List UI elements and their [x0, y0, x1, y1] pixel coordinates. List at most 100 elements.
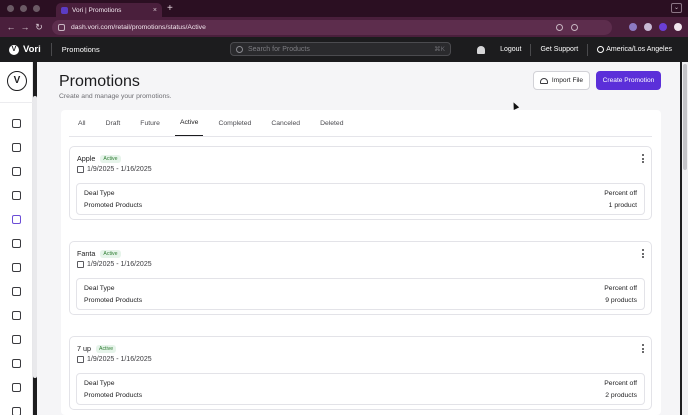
create-promotion-button[interactable]: Create Promotion	[596, 71, 661, 90]
percent-icon	[12, 310, 21, 320]
upload-cloud-icon	[539, 77, 548, 84]
more-options-icon[interactable]	[641, 249, 645, 258]
promotion-dates: 1/9/2025 - 1/16/2025	[77, 166, 152, 173]
page-subtitle: Create and manage your promotions.	[59, 93, 172, 100]
page-scrollbar[interactable]	[682, 62, 688, 415]
deal-type-value: Percent off	[604, 190, 637, 197]
import-file-button[interactable]: Import File	[533, 71, 590, 90]
grid-icon	[12, 334, 21, 344]
notifications-bell-icon[interactable]	[477, 45, 486, 54]
password-key-icon[interactable]	[556, 23, 563, 31]
forward-button[interactable]: →	[18, 22, 32, 32]
extension-icon[interactable]	[644, 23, 652, 31]
browser-tab[interactable]: Vori | Promotions ×	[56, 3, 162, 17]
back-button[interactable]: ←	[4, 22, 18, 32]
search-icon	[236, 45, 243, 53]
site-info-icon[interactable]	[58, 23, 65, 31]
promotion-card[interactable]: Apple Active 1/9/2025 - 1/16/2025 Deal Type…	[69, 146, 652, 220]
sidebar-item[interactable]	[0, 231, 33, 255]
more-options-icon[interactable]	[641, 344, 645, 353]
reload-button[interactable]: ↻	[32, 22, 46, 33]
deal-type-row: Deal Type Percent off	[84, 285, 637, 292]
get-support-button[interactable]: Get Support	[540, 46, 578, 53]
users-icon	[12, 382, 21, 392]
sidebar-item[interactable]	[0, 375, 33, 399]
scan-icon	[12, 358, 21, 368]
minimize-window-icon[interactable]	[20, 5, 27, 12]
promotion-card[interactable]: Fanta Active 1/9/2025 - 1/16/2025 Deal Type…	[69, 241, 652, 315]
sidebar-item[interactable]	[0, 303, 33, 327]
promoted-products-value: 2 products	[605, 392, 637, 399]
extension-icon[interactable]	[659, 23, 667, 31]
tab-draft[interactable]: Draft	[101, 110, 126, 136]
sidebar-item[interactable]	[0, 159, 33, 183]
brand-logo[interactable]: V Vori	[9, 44, 41, 55]
tab-deleted[interactable]: Deleted	[315, 110, 348, 136]
sidebar-item[interactable]	[0, 399, 33, 415]
sidebar: V	[0, 62, 33, 415]
tab-all[interactable]: All	[73, 110, 91, 136]
profile-avatar-icon[interactable]	[674, 23, 682, 31]
sidebar-item[interactable]	[0, 183, 33, 207]
deal-type-row: Deal Type Percent off	[84, 380, 637, 387]
sidebar-item[interactable]	[0, 135, 33, 159]
promoted-products-row: Promoted Products 9 products	[84, 297, 637, 304]
header-divider	[587, 43, 589, 56]
cube-icon	[12, 190, 21, 200]
app-header: V Vori Promotions Search for Products ⌘K…	[0, 37, 688, 62]
promoted-products-label: Promoted Products	[84, 297, 143, 304]
promoted-products-label: Promoted Products	[84, 202, 143, 209]
home-icon	[12, 118, 21, 128]
window-controls[interactable]	[7, 5, 40, 12]
status-tabs: All Draft Future Active Completed Canceled Del…	[73, 110, 359, 136]
promotion-name: 7 up	[77, 344, 91, 353]
promotion-dates: 1/9/2025 - 1/16/2025	[77, 356, 152, 363]
tag-icon	[12, 214, 21, 224]
timezone-selector[interactable]: America/Los Angeles	[606, 46, 672, 53]
sidebar-item[interactable]	[0, 255, 33, 279]
status-badge: Active	[100, 154, 121, 163]
sidebar-logo[interactable]: V	[7, 71, 27, 91]
header-actions: Logout Get Support America/Los Angeles	[477, 37, 672, 62]
chart-bars-icon	[12, 142, 21, 152]
sidebar-item[interactable]	[0, 351, 33, 375]
tab-future[interactable]: Future	[135, 110, 165, 136]
address-bar-actions	[556, 23, 578, 31]
header-section-title: Promotions	[61, 45, 100, 54]
calendar-icon	[77, 166, 84, 173]
extension-icon[interactable]	[629, 23, 637, 31]
promotion-card[interactable]: 7 up Active 1/9/2025 - 1/16/2025 Deal Type P…	[69, 336, 652, 410]
date-range: 1/9/2025 - 1/16/2025	[87, 356, 152, 363]
timezone-clock-icon	[597, 46, 605, 53]
date-range: 1/9/2025 - 1/16/2025	[87, 261, 152, 268]
more-options-icon[interactable]	[641, 154, 645, 163]
vori-logo-icon: V	[9, 44, 19, 55]
tab-canceled[interactable]: Canceled	[266, 110, 305, 136]
sidebar-item[interactable]	[0, 279, 33, 303]
maximize-window-icon[interactable]	[33, 5, 40, 12]
close-window-icon[interactable]	[7, 5, 14, 12]
sidebar-item[interactable]	[0, 111, 33, 135]
calendar-icon	[77, 261, 84, 268]
deal-type-label: Deal Type	[84, 285, 115, 292]
settings-sliders-icon	[12, 406, 21, 415]
logout-button[interactable]: Logout	[500, 46, 521, 53]
brand-name: Vori	[23, 44, 41, 55]
promoted-products-row: Promoted Products 1 product	[84, 202, 637, 209]
tab-active[interactable]: Active	[174, 110, 204, 136]
new-tab-button[interactable]: +	[167, 3, 173, 14]
header-divider	[530, 43, 532, 56]
address-bar[interactable]: dash.vori.com/retail/promotions/status/A…	[52, 19, 612, 35]
sidebar-item[interactable]	[0, 207, 33, 231]
status-badge: Active	[100, 249, 121, 258]
scrollbar-thumb[interactable]	[683, 64, 687, 170]
tab-close-icon[interactable]: ×	[153, 7, 157, 14]
page-title: Promotions	[59, 73, 140, 90]
bookmark-star-icon[interactable]	[571, 23, 578, 31]
promoted-products-label: Promoted Products	[84, 392, 143, 399]
tab-search-icon[interactable]: ⌄	[671, 3, 682, 13]
sidebar-item[interactable]	[0, 327, 33, 351]
product-search-input[interactable]: Search for Products ⌘K	[230, 42, 451, 56]
report-icon	[12, 166, 21, 176]
tab-completed[interactable]: Completed	[213, 110, 256, 136]
